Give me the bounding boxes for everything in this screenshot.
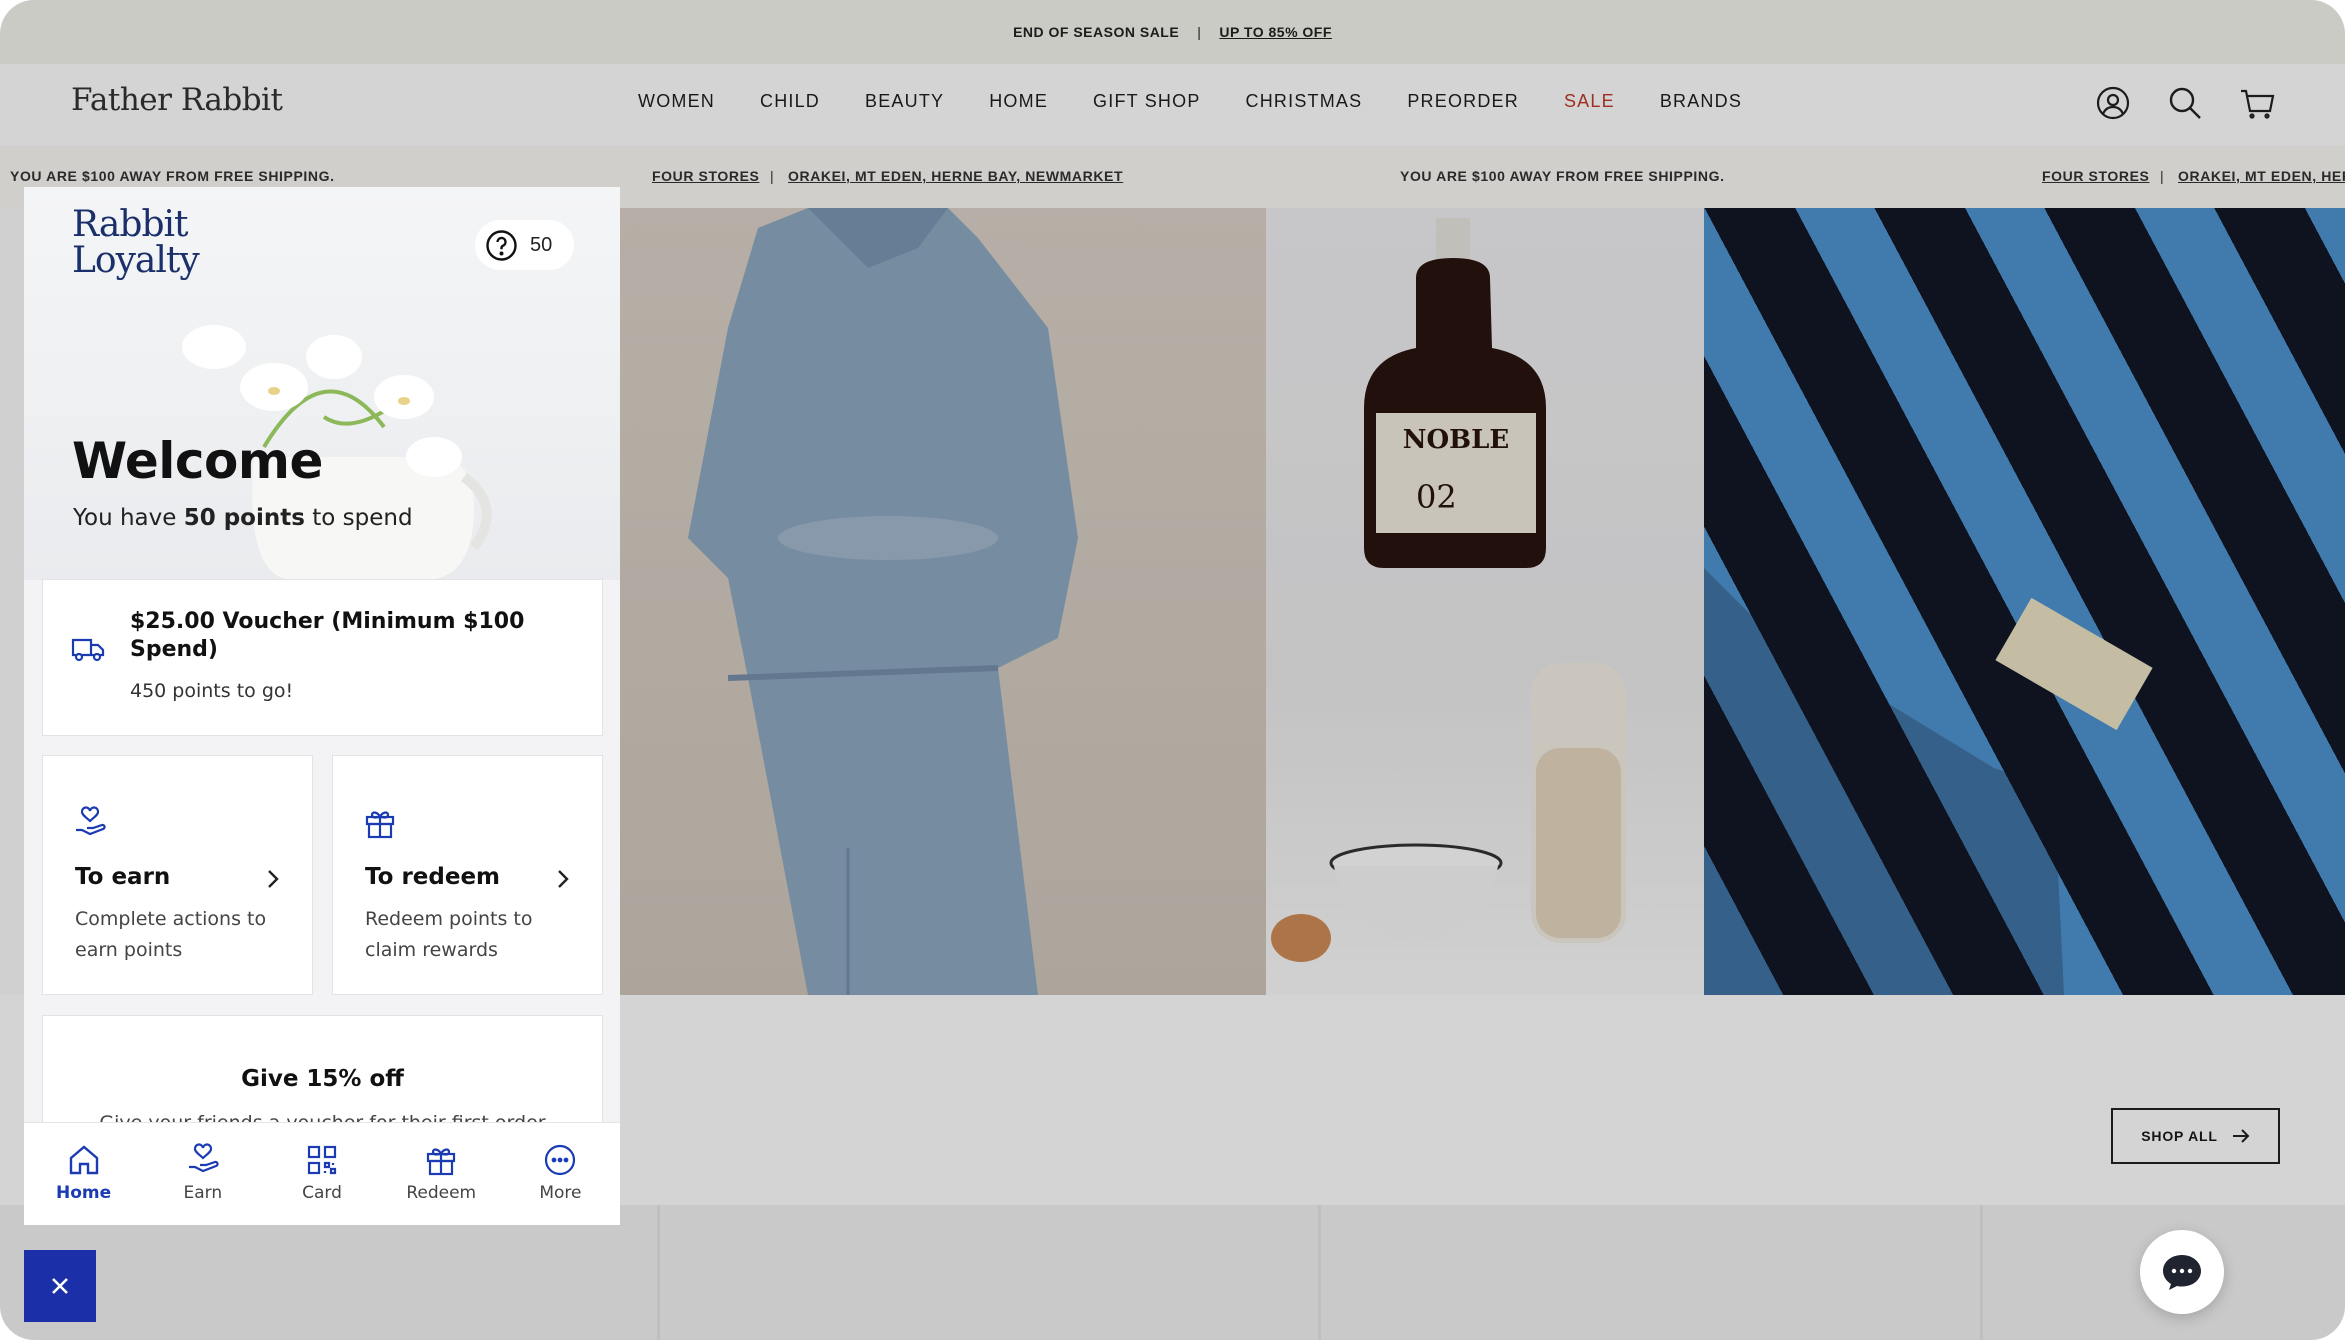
points-summary: You have 50 points to spend <box>73 505 413 531</box>
bottom-nav-card-label: Card <box>302 1183 342 1203</box>
bottom-nav-redeem-label: Redeem <box>406 1183 477 1203</box>
chevron-right-icon <box>268 870 279 888</box>
help-circle-icon <box>486 229 517 261</box>
loyalty-bottom-nav: Home Earn Card Redeem More <box>24 1122 620 1225</box>
truck-icon <box>71 638 105 662</box>
gift-icon <box>427 1148 456 1176</box>
redeem-title: To redeem <box>365 864 501 890</box>
bottom-nav-earn[interactable]: Earn <box>143 1123 262 1225</box>
points-badge-value: 50 <box>530 233 553 256</box>
earn-card[interactable]: To earn Complete actions to earn points <box>42 755 313 995</box>
bottom-nav-more-label: More <box>539 1183 582 1203</box>
bottom-nav-card[interactable]: Card <box>262 1123 381 1225</box>
bottom-nav-home-label: Home <box>56 1183 112 1203</box>
redeem-description: Redeem points to claim rewards <box>365 908 533 961</box>
points-summary-value: 50 points <box>183 505 305 531</box>
gift-icon <box>365 811 395 839</box>
close-loyalty-button[interactable] <box>24 1250 96 1322</box>
redeem-card[interactable]: To redeem Redeem points to claim rewards <box>332 755 603 995</box>
chat-bubble-icon <box>2163 1255 2201 1290</box>
loyalty-header: Rabbit Loyalty 50 Welcome You have 50 po… <box>24 187 620 580</box>
chat-button[interactable] <box>2140 1230 2224 1314</box>
hand-heart-icon <box>188 1143 219 1173</box>
bottom-nav-redeem[interactable]: Redeem <box>382 1123 501 1225</box>
voucher-card[interactable]: $25.00 Voucher (Minimum $100 Spend) 450 … <box>42 579 603 736</box>
earn-description: Complete actions to earn points <box>75 908 267 961</box>
voucher-progress: 450 points to go! <box>130 680 294 702</box>
points-summary-prefix: You have <box>73 505 184 531</box>
loyalty-logo-line1: Rabbit <box>72 204 188 245</box>
close-icon <box>52 1278 68 1294</box>
points-summary-suffix: to spend <box>304 505 413 531</box>
home-icon <box>69 1145 98 1175</box>
qr-code-icon <box>307 1145 337 1175</box>
chevron-right-icon <box>558 870 569 888</box>
points-badge[interactable]: 50 <box>475 220 574 270</box>
loyalty-logo-line2: Loyalty <box>72 240 200 281</box>
voucher-title: $25.00 Voucher (Minimum $100 Spend) <box>130 609 525 662</box>
welcome-heading: Welcome <box>72 432 323 490</box>
referral-title: Give 15% off <box>241 1066 404 1092</box>
earn-title: To earn <box>75 864 171 890</box>
bottom-nav-home[interactable]: Home <box>24 1123 143 1225</box>
hand-heart-icon <box>76 806 106 836</box>
bottom-nav-earn-label: Earn <box>183 1183 223 1203</box>
bottom-nav-more[interactable]: More <box>501 1123 620 1225</box>
loyalty-panel: Rabbit Loyalty 50 Welcome You have 50 po… <box>24 187 620 1225</box>
loyalty-logo: Rabbit Loyalty <box>72 204 200 281</box>
more-dots-icon <box>545 1144 576 1176</box>
